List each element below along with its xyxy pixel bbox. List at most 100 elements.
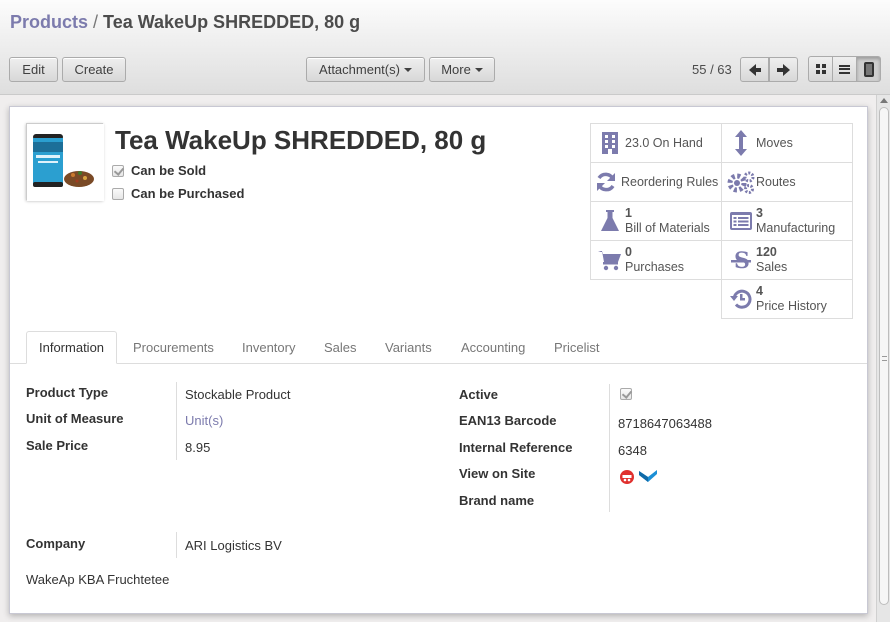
- active-checkbox[interactable]: [620, 388, 632, 400]
- tab-procurements[interactable]: Procurements: [121, 331, 226, 364]
- internal-reference-label: Internal Reference: [459, 440, 573, 455]
- pager-value[interactable]: 55 / 63: [692, 62, 732, 77]
- breadcrumb-separator: /: [93, 12, 99, 32]
- ean13-barcode-value: 8718647063488: [618, 416, 712, 431]
- flask-icon: [595, 209, 625, 233]
- price-history-count: 4: [756, 284, 763, 298]
- routes-button[interactable]: Routes: [721, 162, 853, 202]
- company-value: ARI Logistics BV: [185, 538, 282, 553]
- company-divider: [176, 532, 177, 558]
- bom-count: 1: [625, 206, 632, 220]
- manufacturing-label: Manufacturing: [756, 221, 836, 235]
- breadcrumb: Products / Tea WakeUp SHREDDED, 80 g: [10, 12, 360, 33]
- product-type-label: Product Type: [26, 385, 109, 400]
- routes-label: Routes: [756, 174, 796, 189]
- moves-label: Moves: [756, 135, 793, 150]
- strikethrough-icon: S: [726, 248, 756, 272]
- tab-sales[interactable]: Sales: [312, 331, 369, 364]
- tab-accounting[interactable]: Accounting: [449, 331, 537, 364]
- list-view-button[interactable]: [832, 56, 857, 82]
- history-icon: [726, 288, 756, 310]
- arrow-left-icon: [748, 63, 761, 76]
- list-lines-icon: [839, 64, 850, 74]
- sale-price-label: Sale Price: [26, 438, 89, 453]
- vertical-scrollbar[interactable]: [876, 95, 890, 622]
- notebook-tabs: Information Procurements Inventory Sales…: [10, 331, 867, 364]
- price-history-text: 4 Price History: [756, 284, 827, 314]
- site-logo-blue-icon[interactable]: [639, 469, 657, 485]
- on-hand-label: 23.0 On Hand: [625, 135, 703, 150]
- tab-information[interactable]: Information: [26, 331, 118, 364]
- pager-next-button[interactable]: [769, 57, 798, 82]
- can-be-purchased-checkbox[interactable]: [112, 187, 124, 200]
- on-hand-button[interactable]: 23.0 On Hand: [590, 123, 722, 163]
- scroll-grip-icon: [882, 356, 887, 361]
- scroll-up-arrow-icon[interactable]: [880, 98, 888, 103]
- building-icon: [595, 131, 625, 155]
- can-be-sold-label: Can be Sold: [131, 163, 207, 178]
- bill-of-materials-text: 1 Bill of Materials: [625, 206, 710, 236]
- tab-inventory[interactable]: Inventory: [230, 331, 307, 364]
- arrows-vertical-icon: [726, 130, 756, 156]
- can-be-purchased-field: Can be Purchased: [112, 186, 244, 201]
- scroll-thumb[interactable]: [879, 107, 889, 605]
- moves-button[interactable]: Moves: [721, 123, 853, 163]
- tab-variants[interactable]: Variants: [373, 331, 444, 364]
- unit-of-measure-label: Unit of Measure: [26, 411, 124, 426]
- purchases-count: 0: [625, 245, 632, 259]
- attachments-dropdown[interactable]: Attachment(s): [306, 57, 425, 82]
- form-sheet: Tea WakeUp SHREDDED, 80 g Can be Sold Ca…: [9, 106, 868, 614]
- product-description: WakeAp KBA Fruchtetee: [26, 572, 170, 587]
- sales-text: 120 Sales: [756, 245, 787, 275]
- price-history-label: Price History: [756, 299, 827, 313]
- internal-reference-value: 6348: [618, 443, 647, 458]
- shopping-cart-icon: [595, 249, 625, 271]
- brand-name-label: Brand name: [459, 493, 535, 508]
- right-group-divider: [609, 384, 610, 512]
- site-logo-red-icon[interactable]: [619, 469, 637, 485]
- unit-of-measure-link[interactable]: Unit(s): [185, 413, 223, 428]
- caret-down-icon: [403, 67, 412, 72]
- purchases-button[interactable]: 0 Purchases: [590, 240, 722, 280]
- manufacturing-text: 3 Manufacturing: [756, 206, 835, 236]
- price-history-button[interactable]: 4 Price History: [721, 279, 853, 319]
- more-dropdown[interactable]: More: [429, 57, 495, 82]
- manufacturing-count: 3: [756, 206, 763, 220]
- company-label: Company: [26, 536, 86, 551]
- reordering-rules-button[interactable]: Reordering Rules: [590, 162, 722, 202]
- list-alt-icon: [726, 211, 756, 231]
- bom-label: Bill of Materials: [625, 221, 710, 235]
- form-view-icon: [863, 61, 874, 77]
- reordering-rules-label: Reordering Rules: [621, 174, 719, 189]
- can-be-sold-field: Can be Sold: [112, 163, 206, 178]
- cogs-icon: [726, 170, 756, 194]
- more-label: More: [441, 62, 471, 77]
- breadcrumb-products-link[interactable]: Products: [10, 12, 88, 32]
- control-panel: Products / Tea WakeUp SHREDDED, 80 g Edit …: [0, 0, 890, 95]
- kanban-view-button[interactable]: [808, 56, 833, 82]
- manufacturing-button[interactable]: 3 Manufacturing: [721, 201, 853, 241]
- product-image[interactable]: [26, 123, 104, 201]
- arrow-right-icon: [776, 63, 790, 76]
- bill-of-materials-button[interactable]: 1 Bill of Materials: [590, 201, 722, 241]
- sales-label: Sales: [756, 260, 788, 274]
- can-be-sold-checkbox[interactable]: [112, 164, 124, 177]
- sales-button[interactable]: S 120Sales: [721, 240, 853, 280]
- product-name: Tea WakeUp SHREDDED, 80 g: [115, 125, 487, 155]
- purchases-text: 0 Purchases: [625, 245, 684, 275]
- form-view-button[interactable]: [856, 56, 881, 82]
- sale-price-value: 8.95: [185, 440, 211, 455]
- kanban-grid-icon: [815, 64, 826, 74]
- view-on-site-label: View on Site: [459, 466, 536, 481]
- pager-previous-button[interactable]: [740, 57, 769, 82]
- edit-button[interactable]: Edit: [9, 57, 58, 82]
- tab-pricelist[interactable]: Pricelist: [542, 331, 612, 364]
- ean13-barcode-label: EAN13 Barcode: [459, 413, 557, 428]
- refresh-icon: [595, 171, 617, 193]
- smart-buttons-box: 23.0 On Hand Moves Reordering Rules Rout…: [590, 123, 853, 321]
- breadcrumb-current: Tea WakeUp SHREDDED, 80 g: [103, 12, 361, 32]
- sales-count: 120: [756, 245, 777, 259]
- active-label: Active: [459, 387, 499, 402]
- product-type-value: Stockable Product: [185, 387, 291, 402]
- create-button[interactable]: Create: [62, 57, 126, 82]
